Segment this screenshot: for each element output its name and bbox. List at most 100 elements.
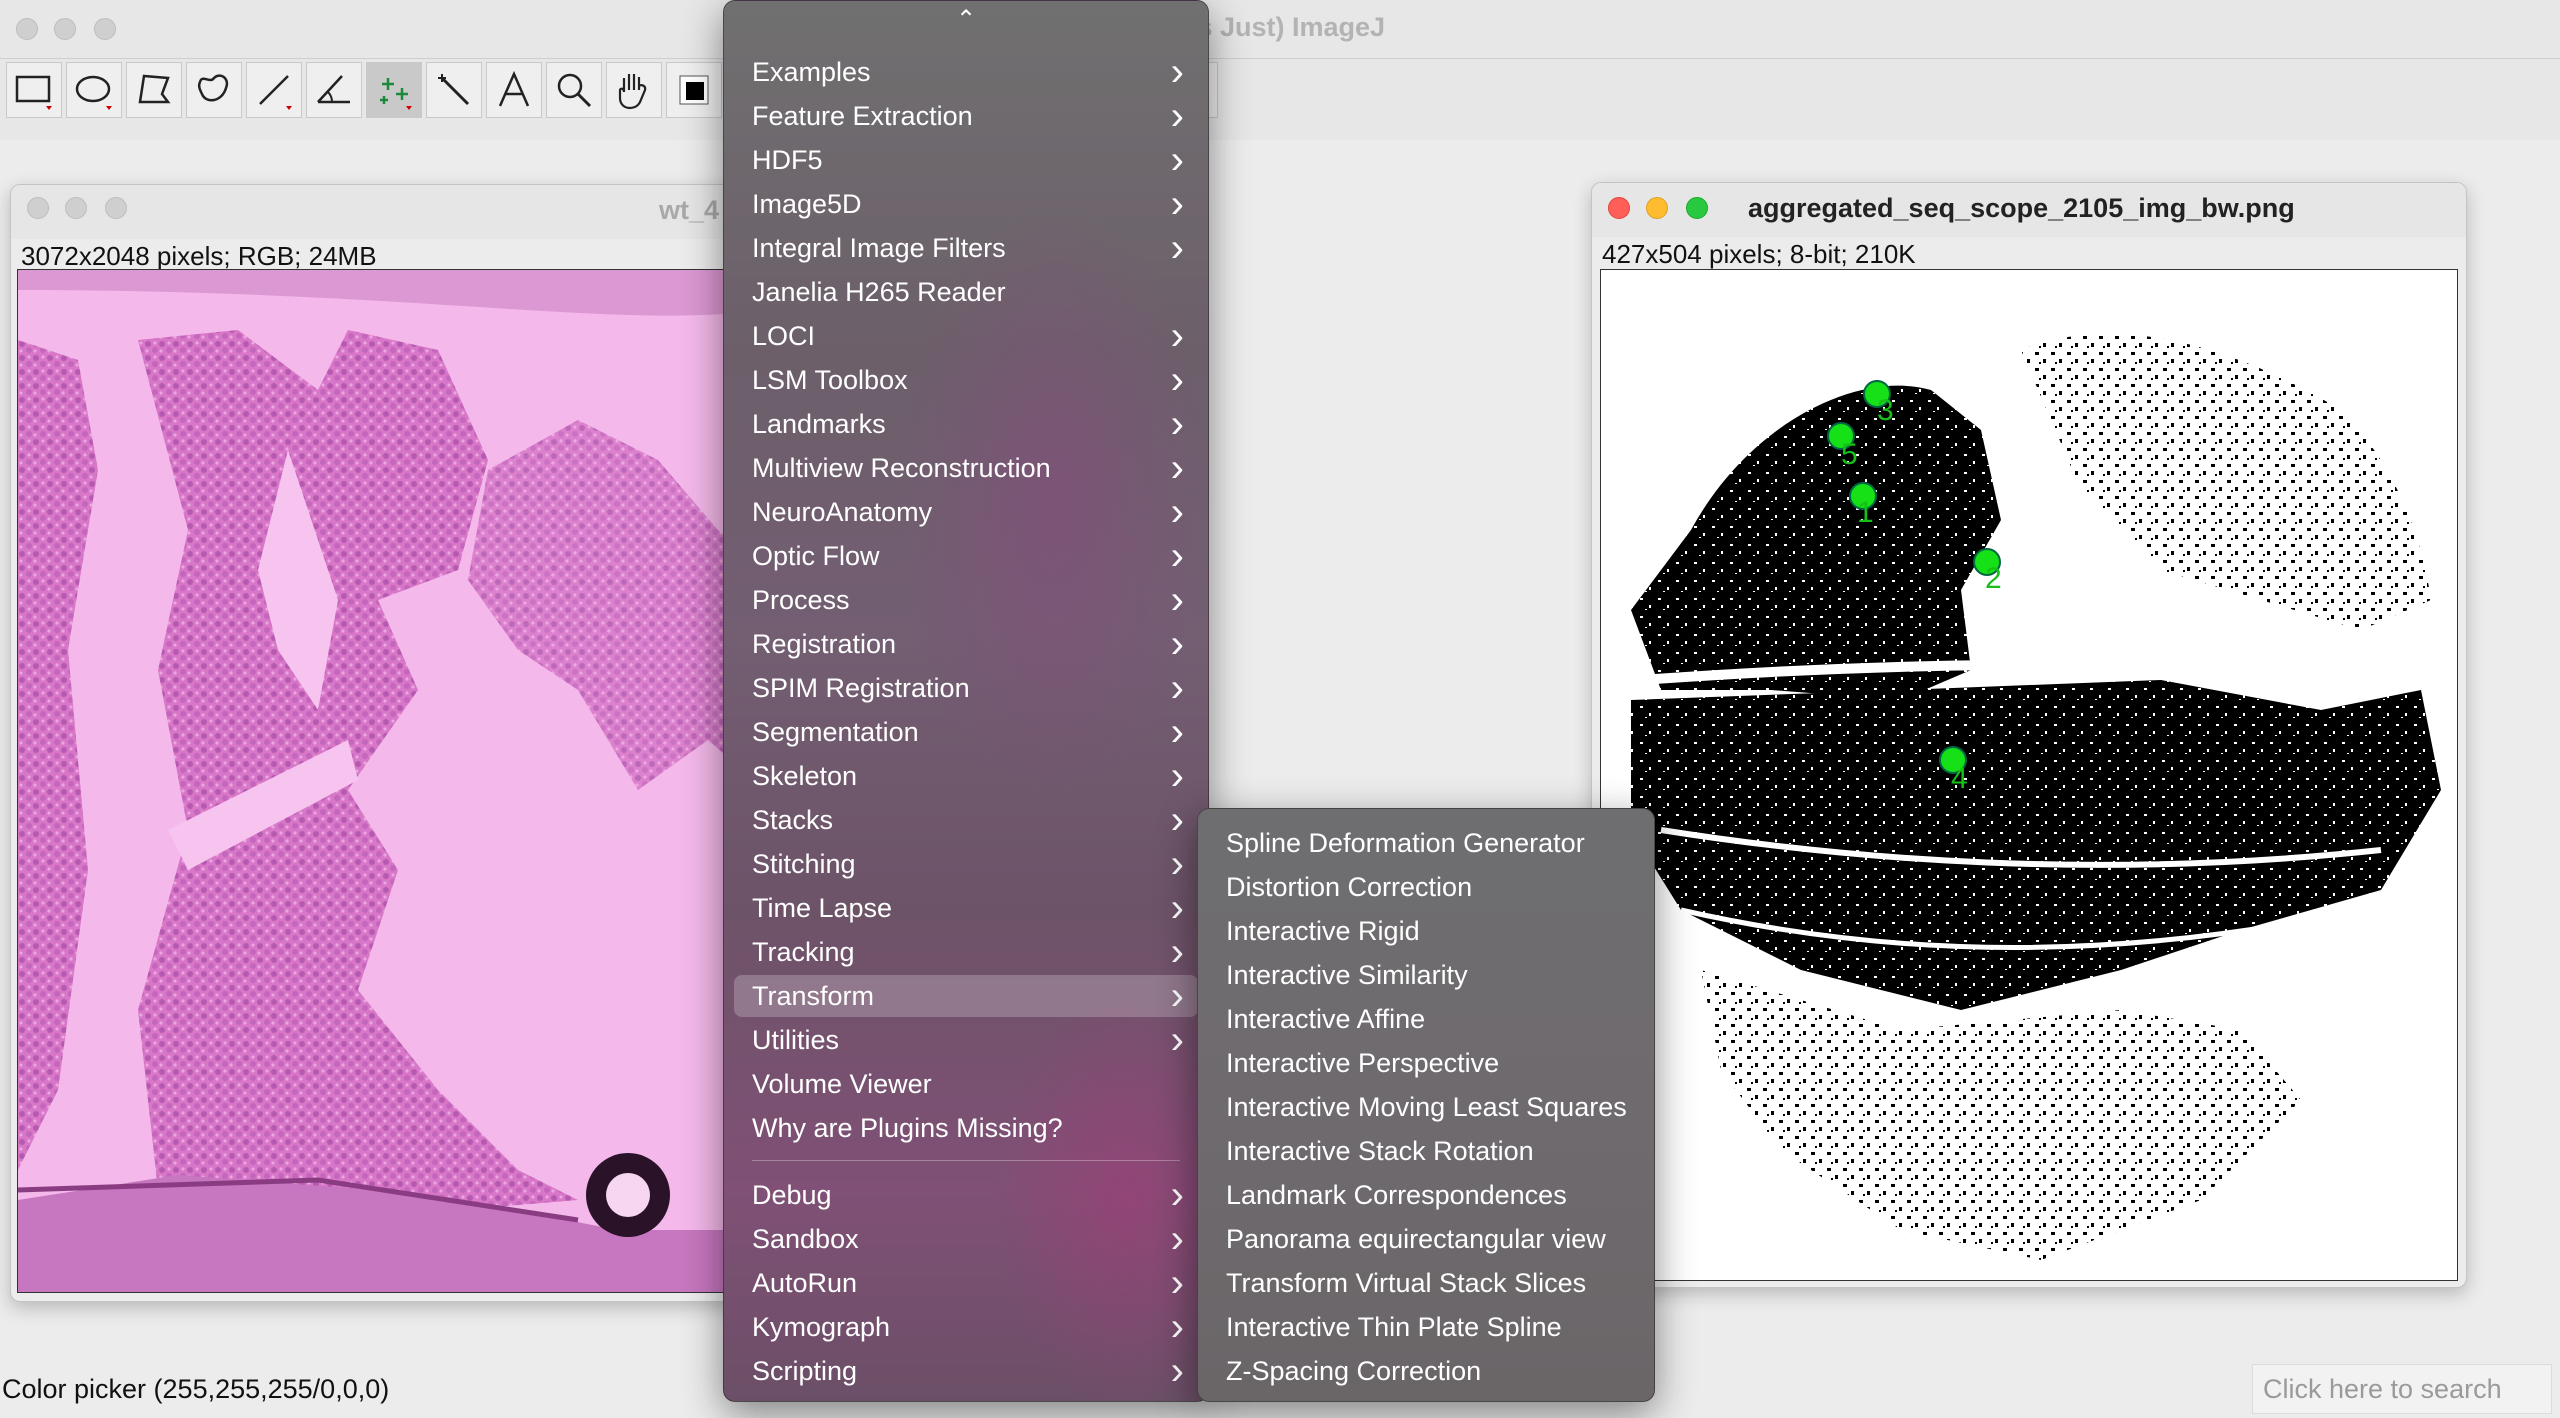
zoom-button[interactable] <box>105 197 127 219</box>
close-button[interactable] <box>27 197 49 219</box>
menu-item[interactable]: Integral Image Filters › <box>734 227 1198 269</box>
menu-item-label: AutoRun <box>752 1268 858 1298</box>
chevron-right-icon: › <box>1170 754 1184 798</box>
polygon-tool[interactable] <box>126 62 182 118</box>
menu-item[interactable]: Sandbox › <box>734 1218 1198 1260</box>
scroll-up-icon[interactable]: ⌃ <box>724 5 1208 34</box>
menu-item[interactable]: Examples › <box>734 51 1198 93</box>
menu-item[interactable]: Multiview Reconstruction › <box>734 447 1198 489</box>
tissue-image <box>18 270 766 1292</box>
menu-item-label: HDF5 <box>752 145 823 175</box>
bw-image <box>1631 333 2441 1260</box>
zoom-button[interactable] <box>94 18 116 40</box>
menu-item[interactable]: Volume Viewer <box>734 1063 1198 1105</box>
menu-item[interactable]: Segmentation › <box>734 711 1198 753</box>
menu-item[interactable]: Interactive Perspective <box>1208 1042 1644 1084</box>
menu-item[interactable]: Janelia H265 Reader <box>734 271 1198 313</box>
menu-item[interactable]: LSM Toolbox › <box>734 359 1198 401</box>
zoom-tool[interactable] <box>546 62 602 118</box>
chevron-right-icon: › <box>1170 182 1184 226</box>
text-icon <box>498 70 530 107</box>
menu-item[interactable]: Scripting › <box>734 1350 1198 1392</box>
menu-item[interactable]: Tracking › <box>734 931 1198 973</box>
image-window-right-titlebar[interactable]: aggregated_seq_scope_2105_img_bw.png <box>1592 183 2466 237</box>
oval-tool[interactable] <box>66 62 122 118</box>
menu-item[interactable]: Time Lapse › <box>734 887 1198 929</box>
line-tool[interactable] <box>246 62 302 118</box>
menu-item-label: Interactive Perspective <box>1226 1048 1500 1078</box>
menu-item-label: Interactive Similarity <box>1226 960 1468 990</box>
freehand-icon <box>197 74 229 102</box>
minimize-button[interactable] <box>1646 197 1668 219</box>
freehand-tool[interactable] <box>186 62 242 118</box>
menu-item[interactable]: Landmark Correspondences <box>1208 1174 1644 1216</box>
menu-item[interactable]: Optic Flow › <box>734 535 1198 577</box>
rectangle-tool[interactable] <box>6 62 62 118</box>
menu-item[interactable]: Interactive Stack Rotation <box>1208 1130 1644 1172</box>
menu-separator <box>752 1160 1180 1161</box>
minimize-button[interactable] <box>65 197 87 219</box>
image-info-left: 3072x2048 pixels; RGB; 24MB <box>21 241 377 271</box>
menu-item[interactable]: Landmarks › <box>734 403 1198 445</box>
plugins-menu[interactable]: ⌃ Examples › Feature Extraction › HDF5 › Image… <box>723 0 1209 1402</box>
angle-tool[interactable] <box>306 62 362 118</box>
menu-item[interactable]: Transform Virtual Stack Slices <box>1208 1262 1644 1304</box>
wand-tool[interactable] <box>426 62 482 118</box>
chevron-right-icon: › <box>1170 402 1184 446</box>
menu-item-label: Volume Viewer <box>752 1069 932 1099</box>
menu-item[interactable]: Stitching › <box>734 843 1198 885</box>
minimize-button[interactable] <box>54 18 76 40</box>
chevron-right-icon: › <box>1170 226 1184 270</box>
menu-item[interactable]: LOCI › <box>734 315 1198 357</box>
close-button[interactable] <box>16 18 38 40</box>
menu-item[interactable]: Interactive Rigid <box>1208 910 1644 952</box>
menu-item[interactable]: Z-Spacing Correction <box>1208 1350 1644 1392</box>
transform-submenu[interactable]: Spline Deformation Generator Distortion C… <box>1197 808 1655 1402</box>
image-window-right[interactable]: aggregated_seq_scope_2105_img_bw.png 427… <box>1591 182 2467 1288</box>
search-input[interactable]: Click here to search <box>2252 1364 2552 1414</box>
menu-item[interactable]: Why are Plugins Missing? <box>734 1107 1198 1149</box>
menu-item-label: Skeleton <box>752 761 858 791</box>
menu-item[interactable]: Debug › <box>734 1174 1198 1216</box>
menu-item[interactable]: Stacks › <box>734 799 1198 841</box>
menu-item[interactable]: AutoRun › <box>734 1262 1198 1304</box>
menu-item[interactable]: Distortion Correction <box>1208 866 1644 908</box>
text-tool[interactable] <box>486 62 542 118</box>
menu-item[interactable]: Spline Deformation Generator <box>1208 822 1644 864</box>
menu-item[interactable]: Panorama equirectangular view <box>1208 1218 1644 1260</box>
menu-item[interactable]: Interactive Thin Plate Spline <box>1208 1306 1644 1348</box>
chevron-right-icon: › <box>1170 534 1184 578</box>
hand-tool[interactable] <box>606 62 662 118</box>
menu-item[interactable]: Interactive Similarity <box>1208 954 1644 996</box>
close-button[interactable] <box>1608 197 1630 219</box>
chevron-right-icon: › <box>1170 974 1184 1018</box>
menu-item[interactable]: Interactive Moving Least Squares <box>1208 1086 1644 1128</box>
menu-item[interactable]: Kymograph › <box>734 1306 1198 1348</box>
line-icon <box>259 75 292 110</box>
color-picker-tool[interactable] <box>666 62 722 118</box>
menu-item[interactable]: Registration › <box>734 623 1198 665</box>
color-swatch-icon <box>679 75 709 105</box>
menu-item[interactable]: Image5D › <box>734 183 1198 225</box>
zoom-button[interactable] <box>1686 197 1708 219</box>
menu-item-label: Spline Deformation Generator <box>1226 828 1585 858</box>
menu-item-label: Optic Flow <box>752 541 880 571</box>
menu-item[interactable]: SPIM Registration › <box>734 667 1198 709</box>
menu-item[interactable]: Utilities › <box>734 1019 1198 1061</box>
menu-item[interactable]: Skeleton › <box>734 755 1198 797</box>
image-window-left-titlebar[interactable]: wt_4 <box>11 185 771 239</box>
menu-item[interactable]: Process › <box>734 579 1198 621</box>
landmark-label: 3 <box>1877 394 1894 427</box>
menu-item[interactable]: NeuroAnatomy › <box>734 491 1198 533</box>
menu-item[interactable]: HDF5 › <box>734 139 1198 181</box>
image-window-left[interactable]: wt_4 3072x2048 pixels; RGB; 24MB <box>10 184 772 1302</box>
menu-item[interactable]: Transform › <box>734 975 1198 1017</box>
bw-image-canvas[interactable]: 1 2 3 4 5 <box>1600 269 2458 1281</box>
chevron-right-icon: › <box>1170 798 1184 842</box>
chevron-right-icon: › <box>1170 1305 1184 1349</box>
menu-item[interactable]: Interactive Affine <box>1208 998 1644 1040</box>
landmark-label: 5 <box>1841 438 1858 471</box>
point-tool[interactable] <box>366 62 422 118</box>
tissue-image-canvas[interactable] <box>17 269 767 1293</box>
menu-item[interactable]: Feature Extraction › <box>734 95 1198 137</box>
